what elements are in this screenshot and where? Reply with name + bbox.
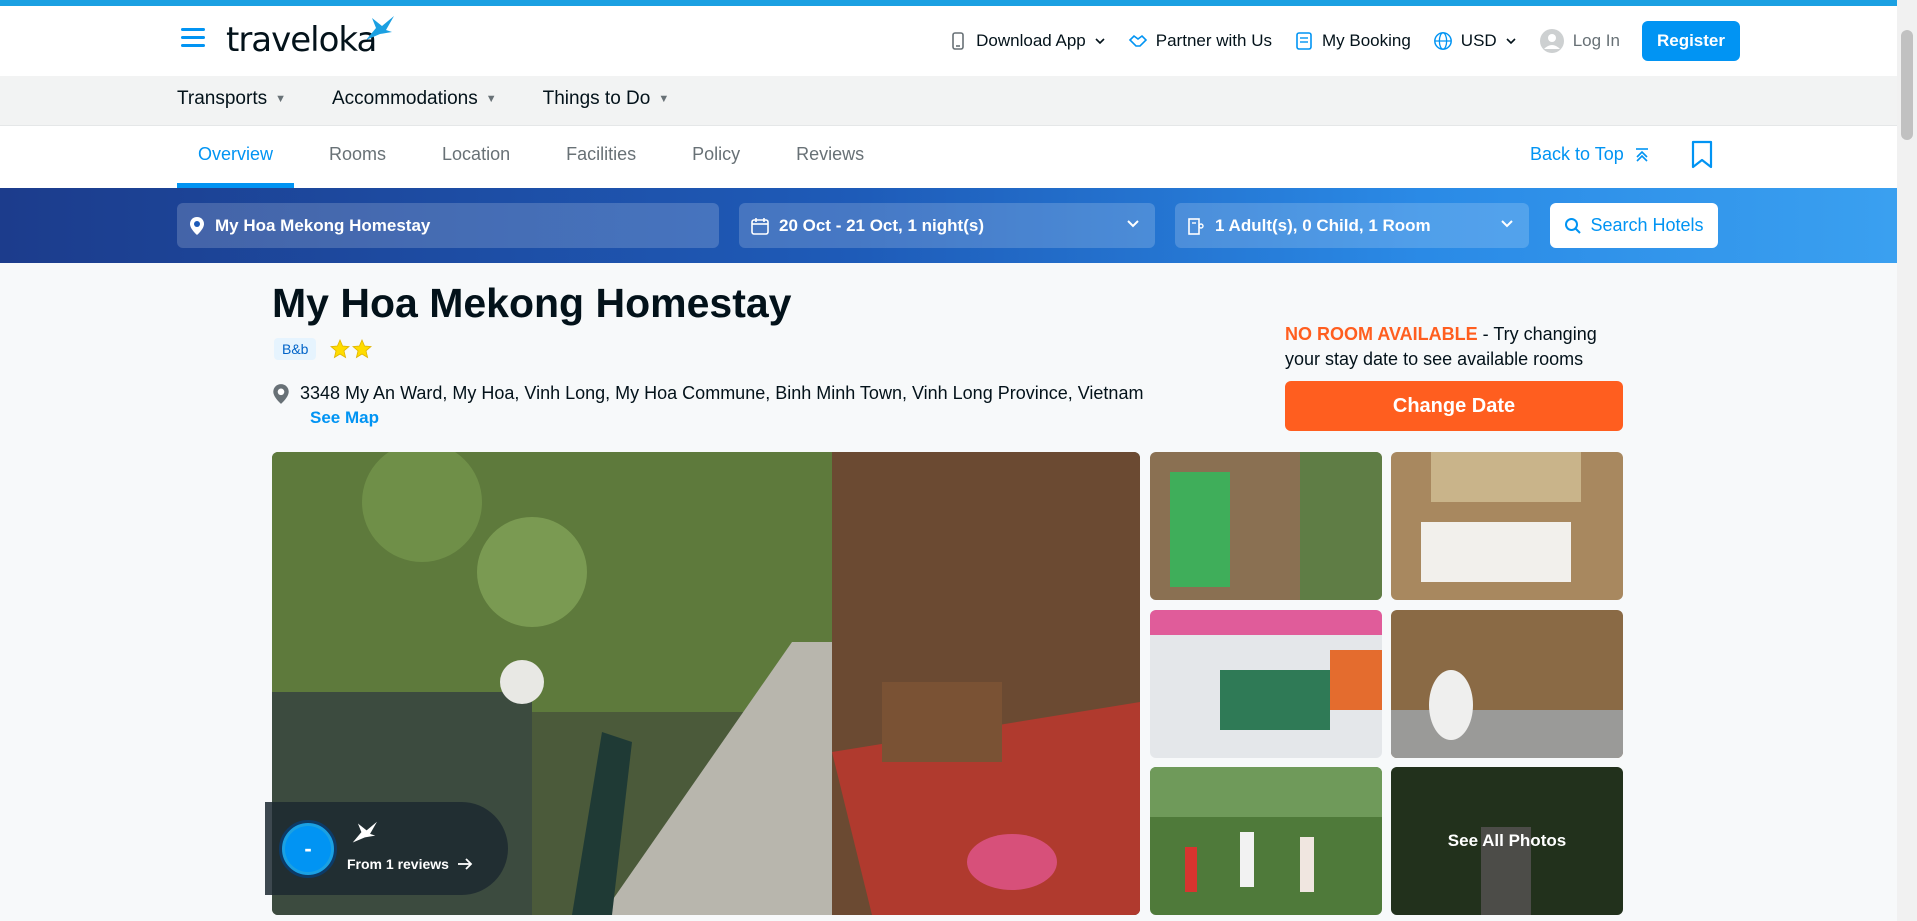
globe-icon <box>1433 32 1452 50</box>
my-booking-label: My Booking <box>1321 31 1411 50</box>
tab-policy[interactable]: Policy <box>671 126 761 188</box>
caret-down-icon: ▼ <box>275 93 286 105</box>
see-map-link[interactable]: See Map <box>310 408 379 428</box>
chevron-down-icon <box>1127 220 1139 228</box>
gallery-photo-3[interactable] <box>1150 610 1382 758</box>
handshake-icon <box>1128 34 1147 47</box>
change-date-button[interactable]: Change Date <box>1285 381 1623 431</box>
bookmark-icon[interactable] <box>1690 140 1714 170</box>
category-accommodations[interactable]: Accommodations ▼ <box>332 88 497 110</box>
arrow-right-icon <box>457 858 473 870</box>
availability-notice: NO ROOM AVAILABLE - Try changing your st… <box>1285 322 1605 372</box>
no-room-alert: NO ROOM AVAILABLE <box>1285 324 1478 344</box>
phone-icon <box>952 32 964 50</box>
page-scrollbar[interactable] <box>1897 0 1917 921</box>
review-count: From 1 reviews <box>347 856 473 872</box>
tab-overview[interactable]: Overview <box>177 126 295 188</box>
tab-location[interactable]: Location <box>421 126 531 188</box>
tab-reviews[interactable]: Reviews <box>775 126 885 188</box>
star-icon <box>352 339 372 359</box>
gallery-photo-4[interactable] <box>1391 610 1623 758</box>
back-to-top-link[interactable]: Back to Top <box>1530 144 1650 165</box>
currency-selector[interactable]: USD <box>1433 31 1517 51</box>
partner-label: Partner with Us <box>1155 31 1272 50</box>
star-rating <box>330 339 372 359</box>
star-icon <box>330 339 350 359</box>
gallery-photo-image <box>1150 610 1382 758</box>
gallery-photo-image <box>1150 767 1382 915</box>
destination-field[interactable]: My Hoa Mekong Homestay <box>177 203 719 248</box>
see-all-photos-tile[interactable]: See All Photos <box>1391 767 1623 915</box>
tab-rooms[interactable]: Rooms <box>308 126 407 188</box>
register-button[interactable]: Register <box>1641 21 1740 61</box>
currency-label: USD <box>1460 31 1497 50</box>
scrollbar-thumb[interactable] <box>1901 30 1913 140</box>
category-bar: Transports ▼ Accommodations ▼ Things to Do… <box>0 76 1897 126</box>
hotel-address: 3348 My An Ward, My Hoa, Vinh Long, My H… <box>272 383 1143 405</box>
gallery-photo-5[interactable] <box>1150 767 1382 915</box>
traveloka-logo[interactable]: traveloka <box>226 20 377 60</box>
category-transports[interactable]: Transports ▼ <box>177 88 286 110</box>
login-link[interactable]: Log In <box>1539 28 1620 54</box>
user-avatar-icon <box>1539 29 1564 53</box>
booking-list-icon <box>1296 32 1312 50</box>
gallery-photo-2[interactable] <box>1391 452 1623 600</box>
chevron-down-icon <box>1506 38 1516 45</box>
partner-link[interactable]: Partner with Us <box>1128 31 1272 51</box>
room-guests-icon <box>1188 217 1204 235</box>
gallery-photo-image <box>1391 452 1623 600</box>
my-booking-link[interactable]: My Booking <box>1294 31 1411 51</box>
property-type-badge: B&b <box>274 338 317 360</box>
section-tab-bar: Overview Rooms Location Facilities Polic… <box>0 126 1897 188</box>
review-score: - <box>279 820 337 878</box>
chevron-down-icon <box>1095 38 1105 45</box>
search-bar: My Hoa Mekong Homestay 20 Oct - 21 Oct, … <box>0 188 1897 263</box>
location-pin-icon <box>190 216 204 235</box>
download-app-label: Download App <box>976 31 1086 50</box>
search-icon <box>1565 217 1582 234</box>
download-app-menu[interactable]: Download App <box>948 31 1106 51</box>
tab-facilities[interactable]: Facilities <box>545 126 657 188</box>
menu-icon[interactable] <box>181 28 205 48</box>
traveloka-bird-icon <box>352 821 377 843</box>
hotel-name: My Hoa Mekong Homestay <box>272 280 792 326</box>
guests-field[interactable]: 1 Adult(s), 0 Child, 1 Room <box>1175 203 1529 248</box>
logo-bird-icon <box>366 16 394 40</box>
see-all-photos-label: See All Photos <box>1391 767 1623 915</box>
search-hotels-button[interactable]: Search Hotels <box>1550 203 1718 248</box>
chevron-down-icon <box>1501 220 1513 228</box>
arrow-up-icon <box>1635 147 1648 162</box>
gallery-photo-image <box>1150 452 1382 600</box>
site-header: traveloka Download App Partner with Us M… <box>0 6 1897 76</box>
gallery-photo-1[interactable] <box>1150 452 1382 600</box>
calendar-icon <box>751 217 769 235</box>
caret-down-icon: ▼ <box>485 93 497 105</box>
login-label: Log In <box>1572 31 1620 50</box>
caret-down-icon: ▼ <box>658 93 670 105</box>
location-pin-icon <box>273 384 289 404</box>
review-summary[interactable]: - From 1 reviews <box>265 802 508 895</box>
category-things-to-do[interactable]: Things to Do ▼ <box>543 88 670 110</box>
gallery-photo-image <box>1391 610 1623 758</box>
date-field[interactable]: 20 Oct - 21 Oct, 1 night(s) <box>739 203 1155 248</box>
